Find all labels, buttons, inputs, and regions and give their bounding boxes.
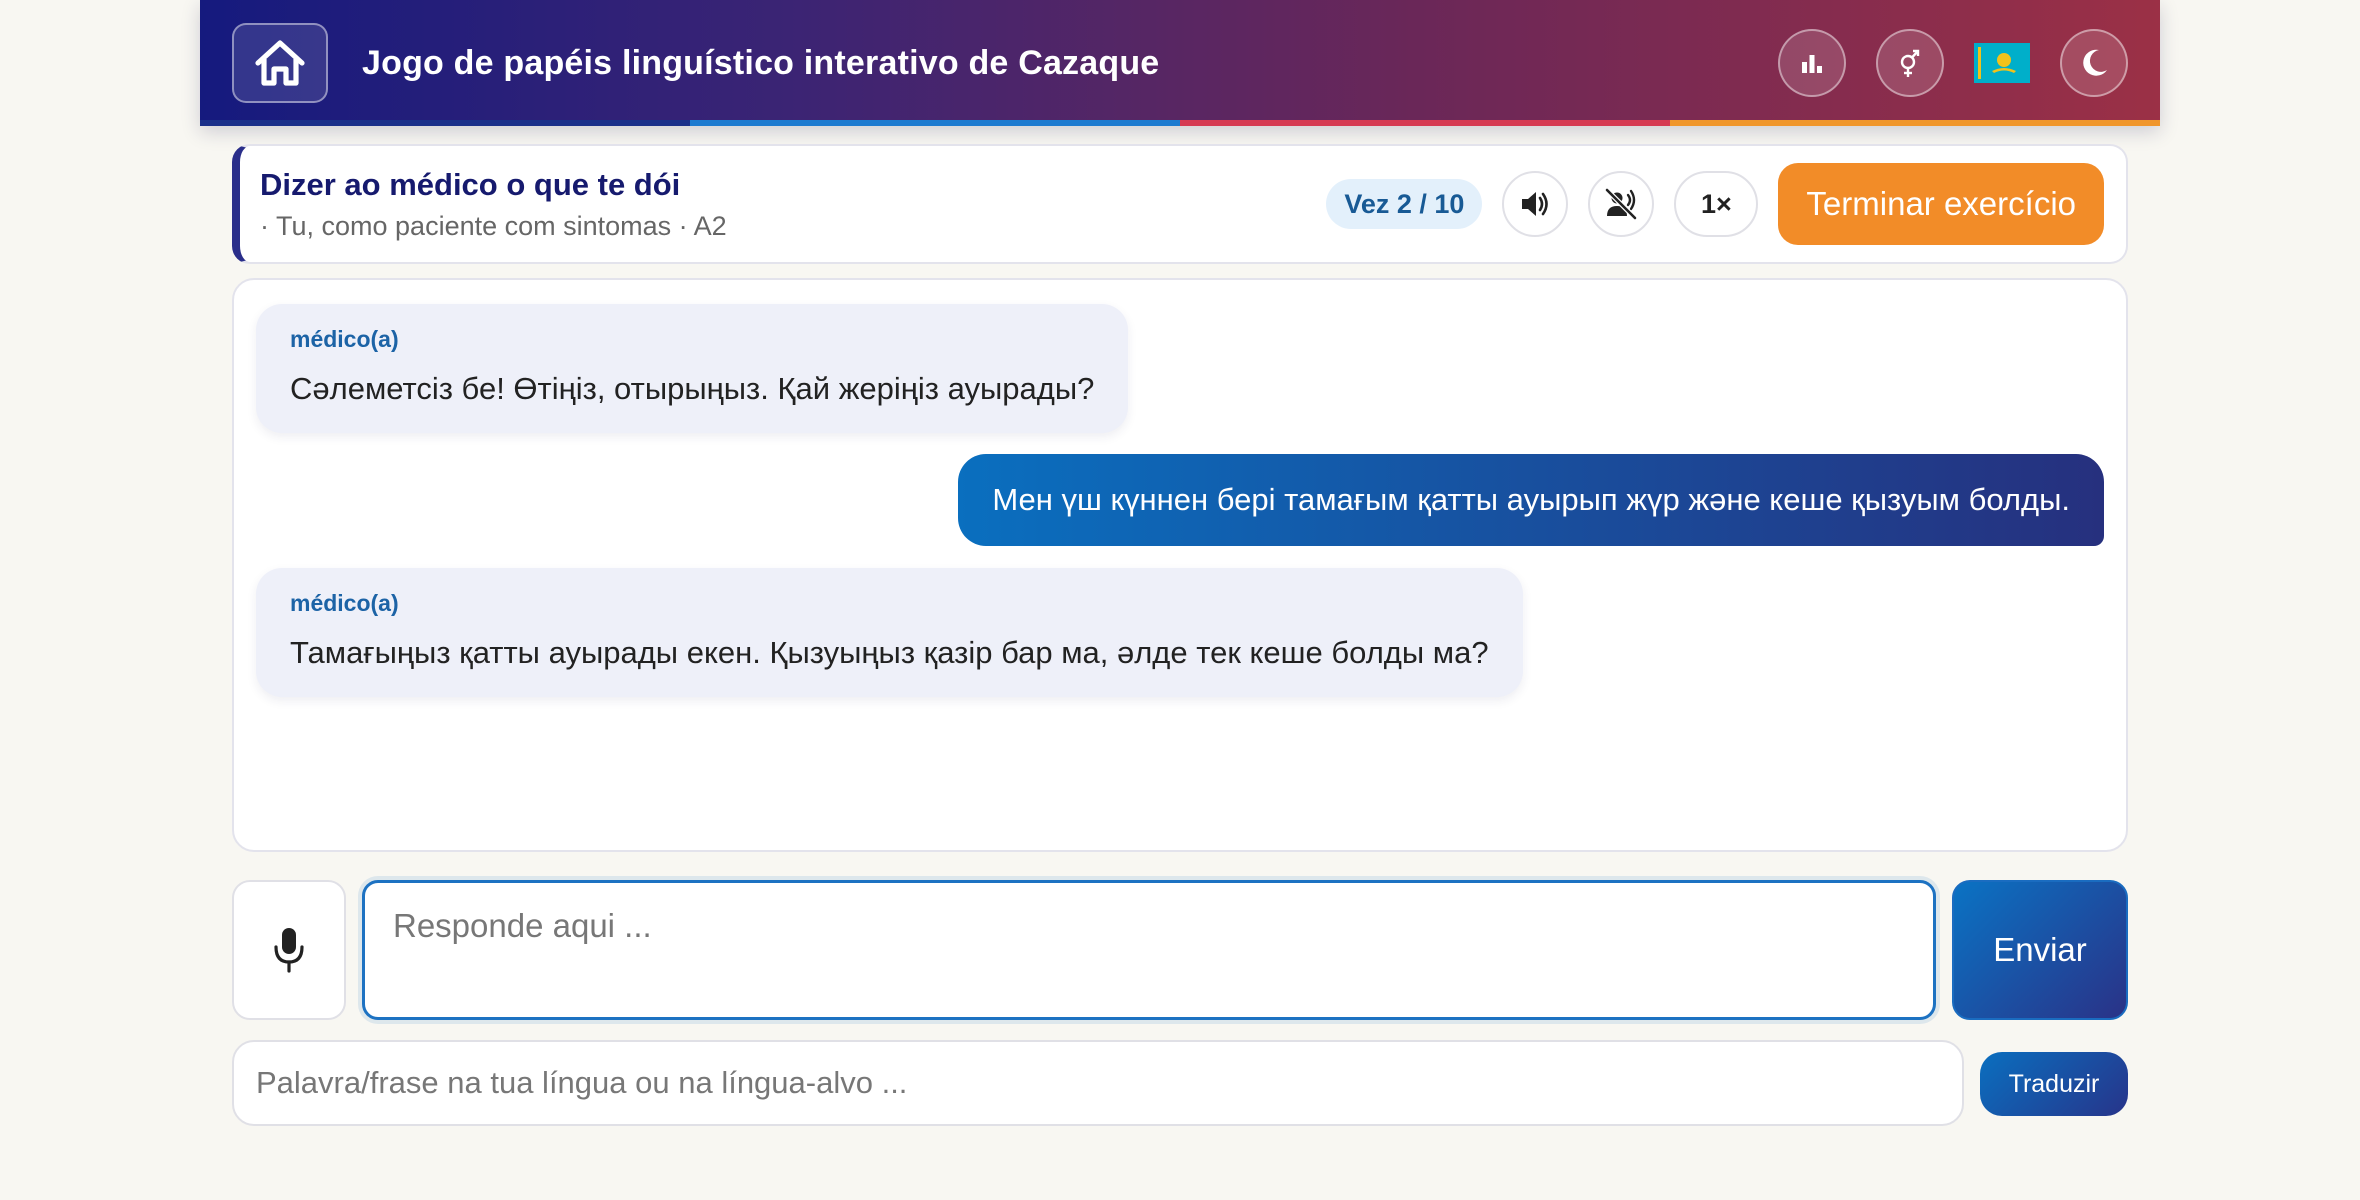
partner-message: médico(a) Сәлеметсіз бе! Өтіңіз, отырыңы… xyxy=(256,304,1129,433)
header-actions xyxy=(1778,29,2128,97)
scenario-title: Dizer ao médico o que te dói xyxy=(260,166,681,202)
dark-mode-icon xyxy=(2083,49,2107,76)
scenario-subtitle: · Tu, como paciente com sintomas · A2 xyxy=(260,210,727,241)
turn-counter-badge: Vez 2 / 10 xyxy=(1326,179,1483,229)
stripe-red xyxy=(1180,120,1670,126)
dark-mode-button[interactable] xyxy=(2060,29,2128,97)
message-text: Сәлеметсіз бе! Өтіңіз, отырыңыз. Қай жер… xyxy=(290,371,1095,406)
app-title: Jogo de papéis linguístico interativo de… xyxy=(362,43,1160,82)
home-button[interactable] xyxy=(232,23,328,103)
stats-icon xyxy=(1802,55,1822,73)
stripe-orange xyxy=(1670,120,2160,126)
home-icon xyxy=(255,40,305,86)
speaker-label: médico(a) xyxy=(290,326,399,352)
end-exercise-button[interactable]: Terminar exercício xyxy=(1778,163,2104,245)
reply-input[interactable] xyxy=(362,880,1936,1020)
kazakhstan-flag-graphic xyxy=(1974,43,2030,83)
stripe-blue xyxy=(690,120,1180,126)
stripe-blue-dark xyxy=(200,120,690,126)
speaker-label: médico(a) xyxy=(290,590,399,616)
translate-button[interactable]: Traduzir xyxy=(1980,1052,2128,1116)
playback-speed-button[interactable]: 1× xyxy=(1674,171,1759,237)
stats-button[interactable] xyxy=(1778,29,1846,97)
header-stripes xyxy=(200,120,2160,126)
send-button[interactable]: Enviar xyxy=(1952,880,2128,1020)
app-root: Jogo de papéis linguístico interativo de… xyxy=(200,0,2160,1126)
scenario-text: Dizer ao médico o que te dói · Tu, como … xyxy=(260,167,1326,242)
message-text: Тамағыңыз қатты ауырады екен. Қызуыңыз қ… xyxy=(290,635,1489,670)
voice-off-icon xyxy=(1605,188,1638,220)
speaker-icon xyxy=(1522,192,1549,216)
scenario-bar: Dizer ao médico o que te dói · Tu, como … xyxy=(232,144,2128,264)
partner-message: médico(a) Тамағыңыз қатты ауырады екен. … xyxy=(256,568,1523,697)
audio-playback-button[interactable] xyxy=(1502,171,1569,237)
user-message: Мен үш күннен бері тамағым қатты ауырып … xyxy=(958,454,2104,546)
chat-panel[interactable]: médico(a) Сәлеметсіз бе! Өтіңіз, отырыңы… xyxy=(232,278,2128,852)
voice-toggle-button[interactable] xyxy=(1588,171,1655,237)
kazakhstan-flag-icon[interactable] xyxy=(1974,43,2030,83)
gender-button[interactable] xyxy=(1876,29,1944,97)
app-header: Jogo de papéis linguístico interativo de… xyxy=(200,0,2160,126)
translate-input[interactable] xyxy=(232,1040,1964,1126)
microphone-button[interactable] xyxy=(232,880,346,1020)
microphone-icon xyxy=(274,928,304,973)
gender-icon xyxy=(1900,49,1920,77)
